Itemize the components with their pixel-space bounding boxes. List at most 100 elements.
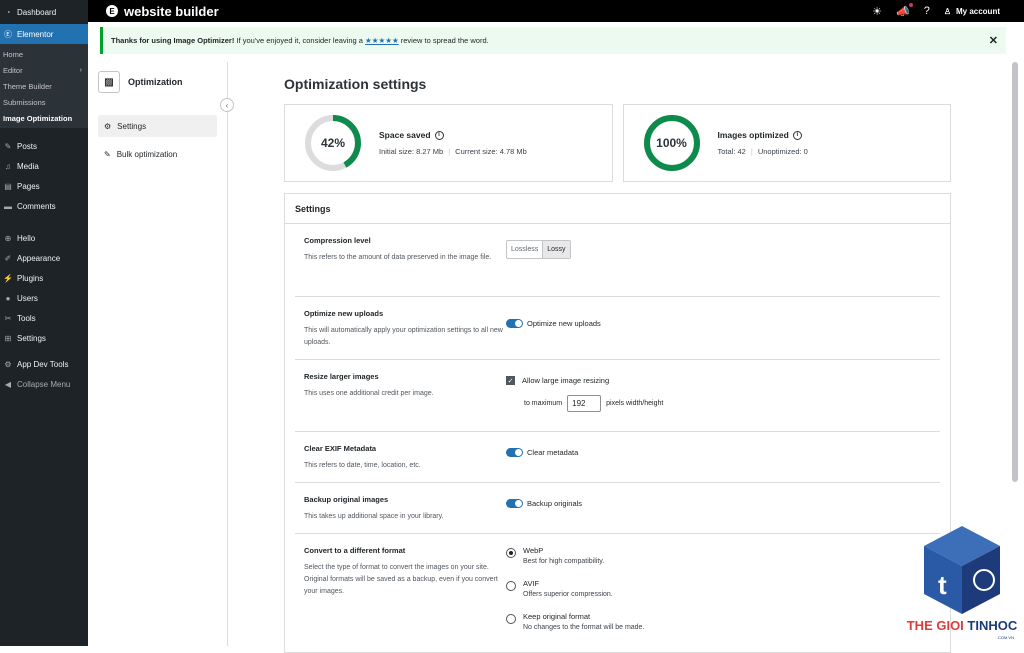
submenu-label: Home [3, 49, 24, 59]
sidebar-item-label: Hello [17, 233, 36, 243]
collapse-icon: ◀ [4, 379, 12, 389]
lossless-option[interactable]: Lossless [507, 241, 542, 258]
exif-row: Clear EXIF Metadata This refers to date,… [295, 432, 940, 483]
keep-original-radio[interactable] [506, 614, 516, 624]
pin-icon: ✎ [4, 141, 12, 151]
exif-desc: This refers to date, time, location, etc… [304, 462, 421, 469]
submenu-item-theme-builder[interactable]: Theme Builder [0, 78, 88, 94]
compression-title: Compression level [304, 236, 371, 245]
help-icon[interactable]: ? [924, 5, 930, 17]
settings-panel: Settings Compression level This refers t… [284, 193, 951, 653]
sidebar-item-appearance[interactable]: ✐ Appearance [0, 248, 88, 268]
backup-row: Backup original images This takes up add… [295, 483, 940, 534]
optimize-uploads-toggle[interactable] [506, 319, 523, 328]
lossy-option[interactable]: Lossy [542, 241, 570, 258]
avif-label: AVIF [523, 579, 540, 588]
my-account-button[interactable]: ♙ My account [944, 7, 1000, 16]
images-optimized-title: Images optimized [717, 130, 789, 140]
resize-row: Resize larger images This uses one addit… [295, 360, 940, 432]
submenu-item-editor[interactable]: Editor › [0, 62, 88, 78]
hello-icon: ⊕ [4, 233, 12, 243]
optimize-uploads-label: Optimize new uploads [527, 319, 601, 328]
chevron-right-icon: › [79, 66, 82, 74]
initial-size: Initial size: 8.27 Mb [379, 147, 444, 156]
close-icon[interactable]: ✕ [989, 34, 998, 47]
space-saved-card: 42% Space saved i Initial size: 8.27 Mb | C… [284, 104, 613, 182]
app-dev-icon: ⚙ [4, 359, 12, 369]
submenu-item-image-optimization[interactable]: Image Optimization [0, 110, 88, 126]
avif-radio[interactable] [506, 581, 516, 591]
sidebar-item-users[interactable]: ● Users [0, 288, 88, 308]
site-title[interactable]: website builder [124, 4, 219, 19]
avif-option[interactable]: AVIF Offers superior compression. [506, 579, 940, 598]
notice-text: If you've enjoyed it, consider leaving a [234, 36, 366, 45]
sidebar-item-app-dev-tools[interactable]: ⚙ App Dev Tools [0, 354, 88, 374]
submenu-label: Submissions [3, 97, 46, 107]
sidebar-item-pages[interactable]: ▤ Pages [0, 176, 88, 196]
subpanel-item-label: Settings [117, 121, 147, 131]
main-content: Optimization settings 42% Space saved i I… [284, 62, 951, 653]
sidebar-item-tools[interactable]: ✂ Tools [0, 308, 88, 328]
sidebar-item-elementor[interactable]: Ⓔ Elementor [0, 24, 88, 44]
lightbulb-icon[interactable]: ☀ [872, 5, 882, 18]
sidebar-item-hello[interactable]: ⊕ Hello [0, 228, 88, 248]
resize-checkbox[interactable]: ✓ [506, 376, 515, 385]
space-saved-title: Space saved [379, 130, 431, 140]
info-icon[interactable]: i [792, 130, 802, 140]
sidebar-item-label: Comments [17, 201, 56, 211]
max-prefix: to maximum [524, 400, 563, 407]
image-icon: ▨ [98, 71, 120, 93]
submenu-item-home[interactable]: Home [0, 46, 88, 62]
sidebar-item-comments[interactable]: ▬ Comments [0, 196, 88, 216]
plugin-icon: ⚡ [3, 273, 13, 283]
megaphone-icon[interactable]: 📣 [896, 2, 913, 18]
admin-topbar: E website builder ☀ 📣 ? ♙ My account [88, 0, 1024, 22]
sidebar-item-dashboard[interactable]: ◔ Dashboard [0, 2, 88, 22]
elementor-submenu: Home Editor › Theme Builder Submissions I… [0, 44, 88, 128]
thank-you-notice: Thanks for using Image Optimizer! If you… [100, 27, 1006, 54]
notification-dot [908, 2, 913, 7]
keep-original-desc: No changes to the format will be made. [523, 624, 645, 631]
subpanel-item-settings[interactable]: ⚙ Settings [98, 115, 217, 137]
webp-radio[interactable] [506, 548, 516, 558]
cube-letter: t [938, 570, 947, 600]
sidebar-item-posts[interactable]: ✎ Posts [0, 136, 88, 156]
user-icon: ♙ [943, 6, 951, 16]
compression-selector: Lossless Lossy [506, 240, 571, 259]
submenu-item-submissions[interactable]: Submissions [0, 94, 88, 110]
sidebar-item-plugins[interactable]: ⚡ Plugins [0, 268, 88, 288]
sidebar-item-media[interactable]: ♫ Media [0, 156, 88, 176]
elementor-logo[interactable]: E [106, 5, 118, 17]
collapse-panel-button[interactable]: ‹ [220, 98, 234, 112]
webp-option[interactable]: WebP Best for high compatibility. [506, 546, 940, 565]
max-size-input[interactable]: 192 [567, 395, 602, 412]
notice-text-end: review to spread the word. [398, 36, 489, 45]
clear-metadata-label: Clear metadata [527, 448, 579, 457]
sidebar-item-label: App Dev Tools [17, 359, 69, 369]
collapse-menu-button[interactable]: ◀ Collapse Menu [0, 374, 88, 394]
cube-logo-icon: t [924, 526, 1000, 614]
watermark-sub: .COM.VN [996, 635, 1014, 640]
divider: | [448, 147, 451, 156]
subpanel-item-bulk-optimization[interactable]: ✎ Bulk optimization [98, 143, 217, 165]
keep-original-option[interactable]: Keep original format No changes to the fo… [506, 612, 940, 631]
users-icon: ● [5, 293, 11, 303]
optimize-uploads-title: Optimize new uploads [304, 309, 384, 318]
info-icon[interactable]: i [434, 130, 444, 140]
media-icon: ♫ [5, 161, 11, 171]
review-stars-link[interactable]: ★★★★★ [365, 36, 399, 45]
unoptimized-count: Unoptimized: 0 [757, 147, 808, 156]
clear-metadata-toggle[interactable] [506, 448, 523, 457]
backup-toggle[interactable] [506, 499, 523, 508]
compression-desc: This refers to the amount of data preser… [304, 254, 492, 261]
keep-original-label: Keep original format [523, 612, 591, 621]
page-scrollbar[interactable] [1012, 62, 1018, 482]
resize-checkbox-label: Allow large image resizing [522, 376, 610, 385]
exif-title: Clear EXIF Metadata [304, 444, 377, 453]
sidebar-item-settings[interactable]: ⊞ Settings [0, 328, 88, 348]
dashboard-icon: ◔ [5, 7, 11, 17]
sidebar-item-label: Plugins [17, 273, 44, 283]
compression-row: Compression level This refers to the amo… [295, 224, 940, 297]
convert-row: Convert to a different format Select the… [295, 534, 940, 644]
space-saved-percent: 42% [320, 136, 346, 150]
